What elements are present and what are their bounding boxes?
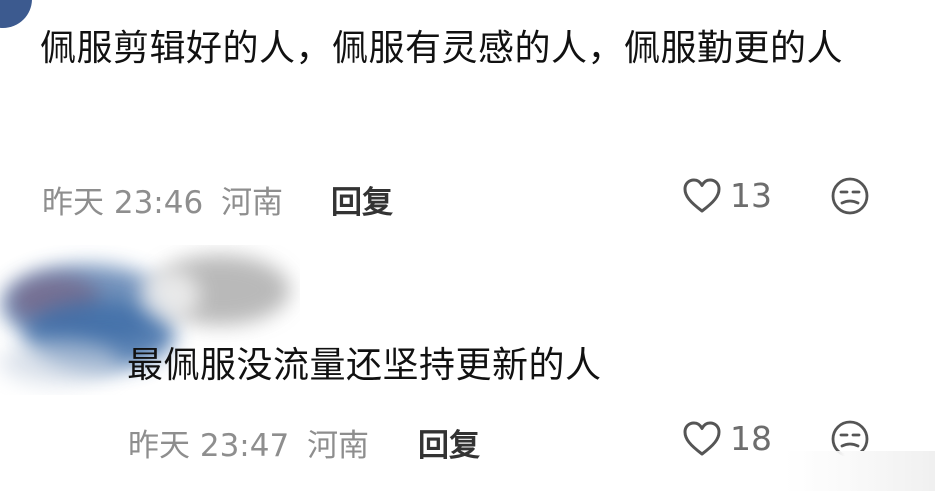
comment-meta: 昨天 23:47 河南	[128, 420, 369, 465]
comment-location: 河南	[221, 185, 284, 221]
watermark-area	[785, 451, 935, 491]
comment-text: 最佩服没流量还坚持更新的人	[127, 345, 602, 386]
reply-button[interactable]: 回复	[418, 420, 480, 465]
heart-outline-icon	[683, 421, 721, 455]
like-count: 13	[730, 176, 772, 215]
like-button[interactable]: 13	[682, 176, 772, 215]
heart-outline-icon	[683, 178, 721, 212]
avatar-top[interactable]	[0, 0, 32, 28]
comment-meta: 昨天 23:46 河南	[42, 177, 283, 222]
like-count: 18	[730, 419, 772, 458]
comment-text: 佩服剪辑好的人，佩服有灵感的人，佩服勤更的人	[40, 28, 844, 69]
frown-face-icon	[831, 177, 869, 215]
comment-time: 昨天 23:46	[42, 185, 204, 221]
dislike-button[interactable]	[830, 176, 870, 220]
like-button[interactable]: 18	[682, 419, 772, 458]
comment-location: 河南	[307, 428, 370, 464]
comment-time: 昨天 23:47	[128, 428, 290, 464]
reply-button[interactable]: 回复	[331, 177, 393, 222]
